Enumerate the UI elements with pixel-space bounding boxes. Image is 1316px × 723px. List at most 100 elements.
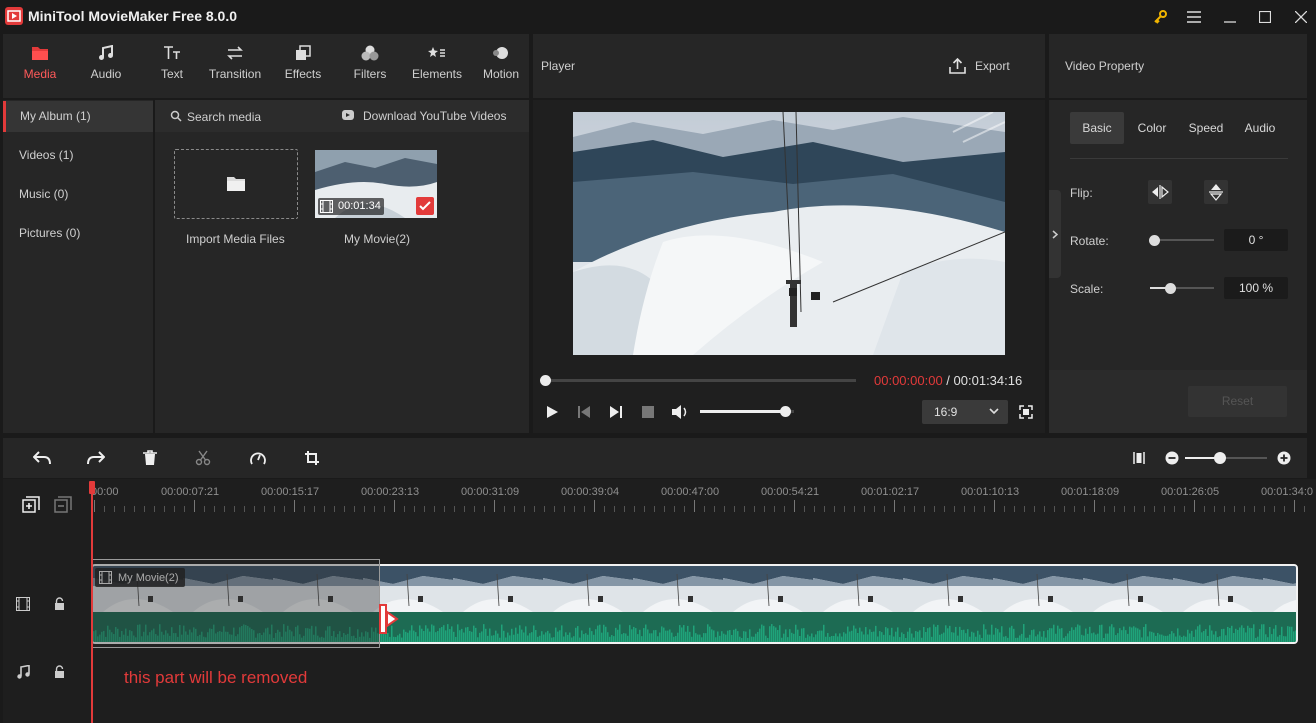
menu-icon[interactable] [1183,6,1205,28]
tab-color[interactable]: Color [1126,112,1178,144]
volume-handle[interactable] [779,406,791,417]
fit-timeline-icon[interactable] [1133,451,1145,465]
maximize-icon[interactable] [1254,6,1276,28]
minimize-icon[interactable] [1219,6,1241,28]
waveform-bar [853,625,855,642]
play-icon[interactable] [545,405,559,419]
tab-audio-property[interactable]: Audio [1234,112,1286,144]
ruler-tick [1194,500,1195,512]
aspect-ratio-select[interactable]: 16:9 [922,400,1008,424]
import-media-button[interactable] [174,149,298,219]
lock-icon[interactable] [54,597,65,610]
rotate-slider[interactable] [1154,239,1214,241]
rotate-slider-handle[interactable] [1149,235,1160,246]
waveform-bar [441,626,443,642]
waveform-bar [849,631,851,642]
scissors-icon[interactable] [195,450,211,466]
crop-icon[interactable] [304,450,320,466]
tab-elements[interactable]: Elements [405,34,469,98]
redo-icon[interactable] [87,451,105,465]
album-item-pictures[interactable]: Pictures (0) [3,218,153,249]
add-track-icon[interactable] [22,496,40,514]
waveform-bar [795,624,797,642]
speed-icon[interactable] [249,450,267,466]
waveform-bar [705,633,707,642]
waveform-bar [1259,629,1261,642]
waveform-bar [947,628,949,642]
waveform-bar [1025,637,1027,642]
waveform-bar [687,625,689,642]
waveform-bar [989,634,991,642]
tab-media[interactable]: Media [8,34,72,98]
waveform-bar [403,629,405,642]
tab-transition[interactable]: Transition [203,34,267,98]
scale-slider[interactable] [1150,287,1214,289]
export-button[interactable]: Export [975,59,1010,73]
collapse-panel-handle[interactable] [1049,190,1061,278]
waveform-bar [1043,631,1045,642]
clip-duration: 00:01:34 [338,200,381,212]
undo-icon[interactable] [33,451,51,465]
tab-filters[interactable]: Filters [338,34,402,98]
waveform-bar [1105,633,1107,642]
tab-speed[interactable]: Speed [1180,112,1232,144]
waveform-bar [527,635,529,642]
download-youtube-button[interactable]: Download YouTube Videos [363,109,506,123]
flip-vertical-button[interactable] [1204,180,1228,204]
scale-slider-handle[interactable] [1165,283,1176,294]
album-item-my-album[interactable]: My Album (1) [3,101,153,132]
progress-handle[interactable] [540,375,551,386]
tab-motion[interactable]: Motion [469,34,533,98]
fullscreen-icon[interactable] [1019,405,1033,419]
waveform-bar [1089,626,1091,642]
remove-track-icon[interactable] [54,496,72,514]
album-item-videos[interactable]: Videos (1) [3,140,153,171]
playhead[interactable] [91,481,93,723]
clip-thumbnail[interactable]: 00:01:34 [315,150,437,218]
close-icon[interactable] [1290,6,1312,28]
zoom-out-icon[interactable] [1165,451,1179,465]
tab-basic[interactable]: Basic [1070,112,1124,144]
waveform-bar [389,636,391,642]
waveform-bar [715,637,717,642]
stop-icon[interactable] [642,406,654,418]
rotate-value[interactable]: 0 ° [1224,229,1288,251]
key-icon[interactable] [1149,6,1171,28]
waveform-bar [995,627,997,642]
delete-icon[interactable] [142,450,158,466]
waveform-bar [685,631,687,642]
scale-value[interactable]: 100 % [1224,277,1288,299]
album-item-music[interactable]: Music (0) [3,179,153,210]
waveform-bar [405,631,407,642]
volume-icon[interactable] [671,404,689,420]
playhead-handle[interactable] [89,481,95,494]
waveform-bar [1019,635,1021,642]
ruler-tick [1304,506,1305,512]
waveform-bar [1005,636,1007,642]
ruler-tick [1084,506,1085,512]
zoom-slider-handle[interactable] [1214,452,1226,464]
reset-button[interactable]: Reset [1188,386,1287,417]
trim-handle-icon[interactable] [378,604,400,634]
tab-effects[interactable]: Effects [271,34,335,98]
waveform-bar [1205,629,1207,642]
tab-audio[interactable]: Audio [74,34,138,98]
waveform-bar [623,633,625,642]
ruler-label: 00:01:10:13 [961,486,1020,498]
search-media-input[interactable]: Search media [187,110,261,124]
waveform-bar [533,625,535,642]
flip-horizontal-button[interactable] [1148,180,1172,204]
waveform-bar [735,628,737,642]
ruler-tick [424,506,425,512]
waveform-bar [895,631,897,642]
previous-frame-icon[interactable] [577,405,591,419]
ruler-tick [474,506,475,512]
waveform-bar [757,631,759,642]
tab-text[interactable]: Text [140,34,204,98]
audio-lock-icon[interactable] [54,665,65,678]
ruler-tick [434,506,435,512]
zoom-slider[interactable] [1185,457,1267,459]
zoom-in-icon[interactable] [1277,451,1291,465]
next-frame-icon[interactable] [609,405,623,419]
progress-track[interactable] [546,379,856,382]
